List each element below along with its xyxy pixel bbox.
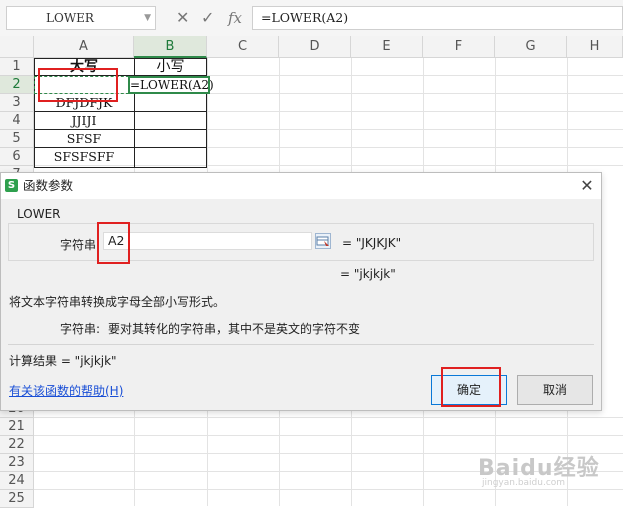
dialog-titlebar[interactable]: S 函数参数 ✕ xyxy=(1,173,601,199)
row-header[interactable]: 21 xyxy=(0,418,34,436)
argument-label: 字符串 xyxy=(60,238,97,252)
dialog-title: 函数参数 xyxy=(23,178,74,193)
row-header[interactable]: 23 xyxy=(0,454,34,472)
calculation-result: 计算结果 = "jkjkjk" xyxy=(9,354,117,368)
annotation-box xyxy=(97,222,130,264)
name-box-value: LOWER xyxy=(46,11,94,25)
watermark-url: jingyan.baidu.com xyxy=(482,478,566,488)
gridline xyxy=(34,489,623,490)
chevron-down-icon[interactable]: ▼ xyxy=(144,7,151,29)
argument-result: = "JKJKJK" xyxy=(342,236,402,250)
annotation-box xyxy=(38,68,118,102)
wps-logo-icon: S xyxy=(5,179,18,192)
column-header-c[interactable]: C xyxy=(207,36,279,58)
help-link[interactable]: 有关该函数的帮助(H) xyxy=(9,382,123,399)
fx-icon[interactable]: fx xyxy=(228,8,242,28)
cell-b2-active[interactable]: =LOWER(A2) xyxy=(128,76,214,94)
row-header[interactable]: 6 xyxy=(0,148,34,166)
cell-a5[interactable]: SFSF xyxy=(34,130,134,148)
cell-a6[interactable]: SFSFSFF xyxy=(34,148,134,166)
row-header[interactable]: 22 xyxy=(0,436,34,454)
select-all-corner[interactable] xyxy=(0,36,34,58)
row-header[interactable]: 25 xyxy=(0,490,34,508)
function-arguments-dialog: S 函数参数 ✕ LOWER 字符串 A2 = "JKJKJK" = "jkjk… xyxy=(0,172,602,411)
formula-text: =LOWER(A2) xyxy=(261,10,349,25)
range-picker-icon[interactable] xyxy=(315,233,331,249)
cell-a4[interactable]: JJIJI xyxy=(34,112,134,130)
confirm-icon[interactable]: ✓ xyxy=(201,8,214,28)
gridline xyxy=(34,417,623,418)
cancel-button[interactable]: 取消 xyxy=(517,375,593,405)
annotation-box xyxy=(441,367,501,407)
function-description: 将文本字符串转换成字母全部小写形式。 xyxy=(9,295,226,309)
column-header-h[interactable]: H xyxy=(567,36,623,58)
cell-b1[interactable]: 小写 xyxy=(134,58,207,76)
row-header[interactable]: 3 xyxy=(0,94,34,112)
column-header-g[interactable]: G xyxy=(495,36,567,58)
row-header[interactable]: 5 xyxy=(0,130,34,148)
column-header-b[interactable]: B xyxy=(134,36,207,58)
dialog-body: LOWER 字符串 A2 = "JKJKJK" = "jkjkjk" 将文本字符… xyxy=(1,199,601,410)
function-name: LOWER xyxy=(17,207,61,221)
row-header[interactable]: 2 xyxy=(0,76,34,94)
column-header-f[interactable]: F xyxy=(423,36,495,58)
row-header[interactable]: 1 xyxy=(0,58,34,76)
formula-bar: LOWER ▼ ✕ ✓ fx =LOWER(A2) xyxy=(0,0,623,36)
parameter-description: 要对其转化的字符串，其中不是英文的字符不变 xyxy=(108,322,361,336)
column-header-e[interactable]: E xyxy=(351,36,423,58)
formula-input[interactable]: =LOWER(A2) xyxy=(252,6,623,30)
row-header[interactable]: 24 xyxy=(0,472,34,490)
name-box[interactable]: LOWER ▼ xyxy=(6,6,156,30)
argument-input[interactable]: A2 xyxy=(103,232,312,250)
gridline xyxy=(34,435,623,436)
cancel-icon[interactable]: ✕ xyxy=(176,8,189,28)
column-header-d[interactable]: D xyxy=(279,36,351,58)
divider xyxy=(8,344,594,345)
parameter-name: 字符串: xyxy=(60,322,101,336)
column-header-a[interactable]: A xyxy=(34,36,134,58)
close-icon[interactable]: ✕ xyxy=(577,175,597,197)
function-result: = "jkjkjk" xyxy=(340,267,396,281)
row-header[interactable]: 4 xyxy=(0,112,34,130)
